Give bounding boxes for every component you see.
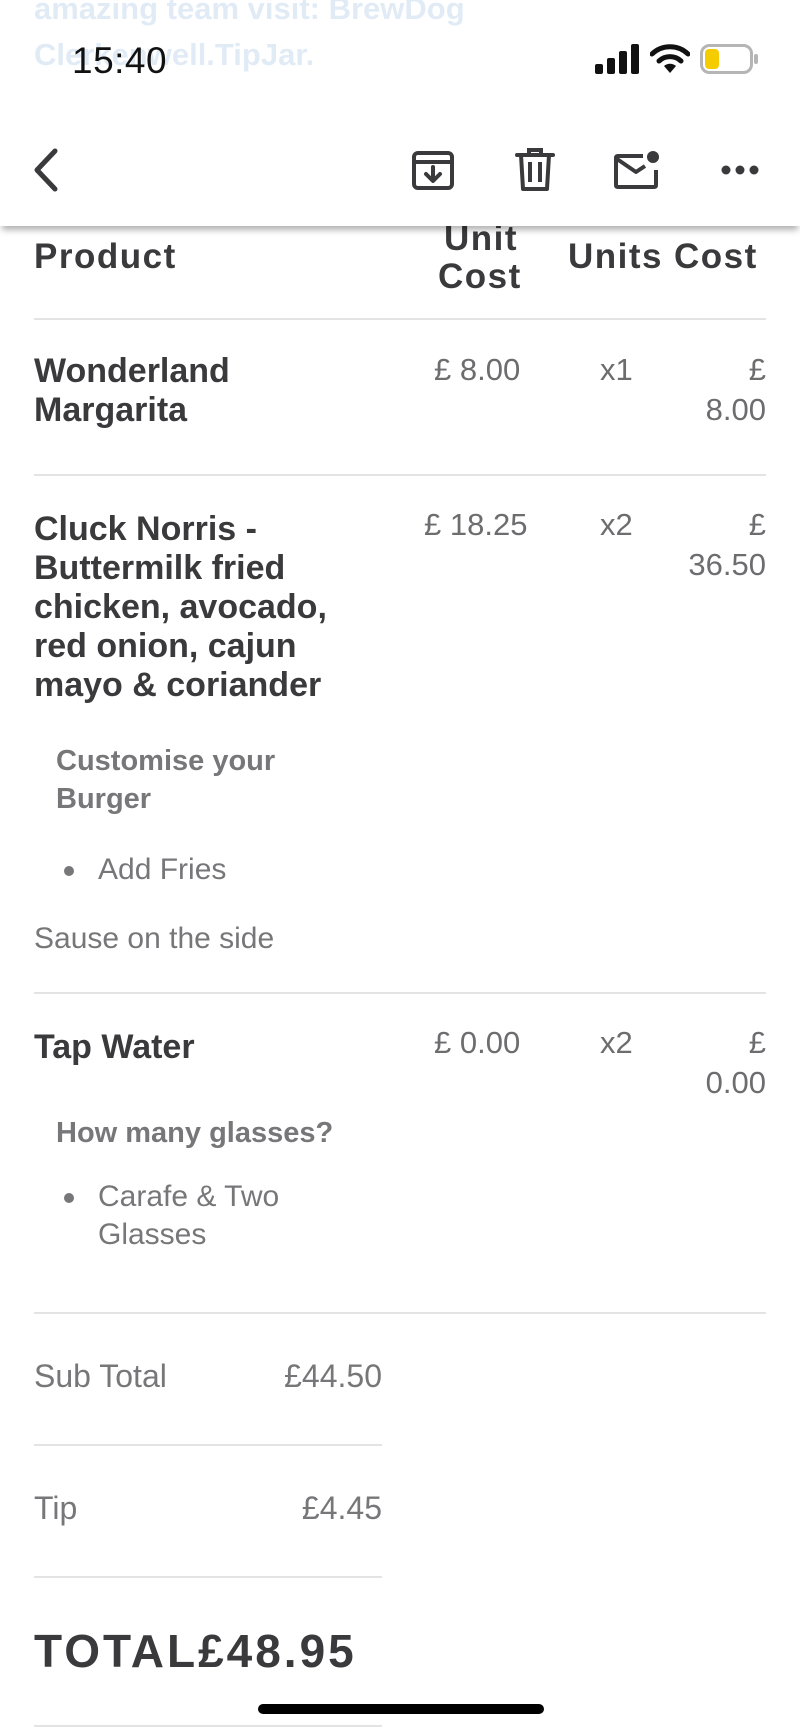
divider: [34, 318, 766, 320]
line-cost: £ 36.50: [688, 507, 766, 582]
more-button[interactable]: [710, 140, 770, 200]
tip-label: Tip: [34, 1490, 78, 1526]
divider: [34, 992, 766, 994]
total-label: TOTAL: [34, 1625, 199, 1677]
product-name: Tap Water: [34, 1028, 195, 1066]
divider: [34, 474, 766, 476]
wifi-icon: [650, 44, 690, 73]
option-heading: Customise your Burger: [56, 745, 276, 815]
line-cost: £ 8.00: [705, 352, 766, 427]
archive-icon: [412, 151, 454, 190]
chevron-left-icon: [34, 148, 58, 192]
header-product: Product: [34, 237, 177, 276]
delete-button[interactable]: [505, 140, 565, 200]
option-heading: How many glasses?: [56, 1117, 334, 1149]
option-item: Carafe & Two Glasses: [98, 1180, 280, 1251]
unit-cost: £ 8.00: [434, 352, 521, 387]
line-cost: £ 0.00: [705, 1025, 766, 1100]
battery-icon: [700, 44, 758, 74]
product-name: Cluck Norris - Buttermilk fried chicken,…: [34, 510, 327, 704]
cellular-signal-icon: [595, 44, 639, 74]
total-value: £48.95: [198, 1625, 357, 1677]
divider: [34, 1576, 382, 1578]
unit-cost: £ 0.00: [434, 1025, 521, 1060]
mark-unread-button[interactable]: [607, 140, 667, 200]
bullet: [64, 866, 74, 876]
divider: [34, 1444, 382, 1446]
divider: [34, 1312, 766, 1314]
bullet: [64, 1193, 74, 1203]
header-units: Units: [568, 237, 663, 276]
more-horizontal-icon: [721, 165, 759, 175]
item-note: Sause on the side: [34, 922, 275, 955]
units: x2: [600, 1025, 633, 1060]
units: x2: [600, 507, 633, 542]
option-item: Add Fries: [98, 853, 227, 886]
status-bar: amazing team visit: BrewDog Clerkenwell.…: [0, 0, 800, 110]
units: x1: [600, 352, 633, 387]
subtotal-value: £44.50: [284, 1358, 382, 1394]
archive-button[interactable]: [403, 140, 463, 200]
product-name: Wonderland Margarita: [34, 352, 230, 429]
mail-toolbar: [0, 110, 800, 226]
subtotal-label: Sub Total: [34, 1358, 167, 1394]
header-unit-cost-line2: Cost: [438, 257, 522, 296]
divider: [34, 1725, 382, 1727]
unit-cost: £ 18.25: [424, 507, 528, 542]
back-button[interactable]: [16, 140, 76, 200]
total: TOTAL£48.95: [34, 1624, 357, 1678]
status-time: 15:40: [72, 40, 168, 81]
trash-icon: [515, 148, 555, 191]
mail-unread-icon: [614, 151, 659, 189]
header-cost: Cost: [674, 237, 758, 276]
home-indicator[interactable]: [258, 1704, 544, 1714]
tip-value: £4.45: [301, 1490, 382, 1526]
